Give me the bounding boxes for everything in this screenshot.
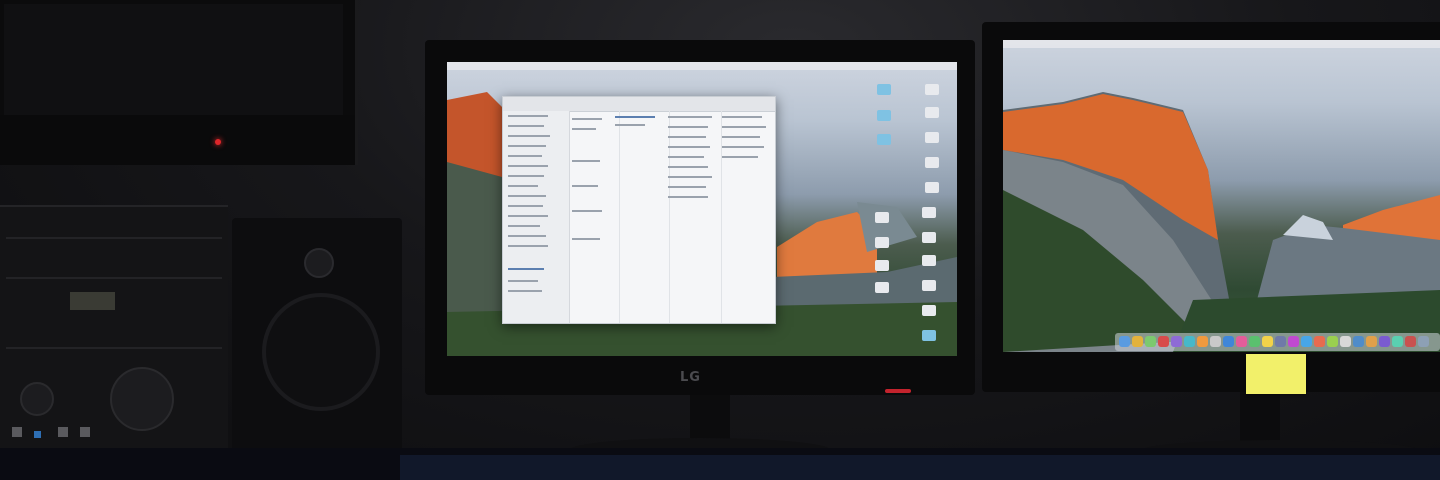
audio-rack-unit (0, 205, 228, 462)
document-icon[interactable] (875, 212, 889, 223)
document-icon[interactable] (875, 282, 889, 293)
dock-app-icon[interactable] (1314, 336, 1325, 347)
finder-column[interactable] (619, 111, 670, 323)
dock-app-icon[interactable] (1327, 336, 1338, 347)
dock-app-icon[interactable] (1340, 336, 1351, 347)
right-monitor-stand (1240, 392, 1280, 442)
dock-app-icon[interactable] (1236, 336, 1247, 347)
rack-divider (6, 347, 222, 349)
finder-column[interactable] (669, 111, 722, 323)
dock-app-icon[interactable] (1353, 336, 1364, 347)
folder-icon[interactable] (877, 110, 891, 121)
document-icon[interactable] (922, 255, 936, 266)
left-monitor-stand (690, 395, 730, 440)
wallpaper-el-capitan (1003, 92, 1440, 352)
drive-icon[interactable] (925, 157, 939, 168)
drive-icon[interactable] (925, 132, 939, 143)
rack-divider (6, 277, 222, 279)
dock-app-icon[interactable] (1197, 336, 1208, 347)
macos-dock[interactable] (1115, 333, 1440, 351)
document-icon[interactable] (922, 207, 936, 218)
dock-app-icon[interactable] (1301, 336, 1312, 347)
folder-icon[interactable] (922, 330, 936, 341)
dock-app-icon[interactable] (1275, 336, 1286, 347)
monitor-power-led (885, 389, 911, 393)
folder-icon[interactable] (877, 134, 891, 145)
dock-app-icon[interactable] (1249, 336, 1260, 347)
drive-icon[interactable] (925, 84, 939, 95)
drive-icon[interactable] (925, 107, 939, 118)
rack-divider (6, 237, 222, 239)
dock-app-icon[interactable] (1171, 336, 1182, 347)
document-icon[interactable] (875, 237, 889, 248)
rack-knob (110, 367, 174, 431)
dock-app-icon[interactable] (1119, 336, 1130, 347)
studio-speaker (232, 218, 402, 463)
document-icon[interactable] (922, 280, 936, 291)
dock-app-icon[interactable] (1392, 336, 1403, 347)
dock-app-icon[interactable] (1184, 336, 1195, 347)
tv-bezel (0, 115, 355, 165)
finder-window[interactable] (502, 96, 776, 324)
rack-button (80, 427, 90, 437)
document-icon[interactable] (922, 232, 936, 243)
folder-icon[interactable] (877, 84, 891, 95)
dock-app-icon[interactable] (1418, 336, 1429, 347)
finder-column[interactable] (721, 111, 775, 323)
dock-app-icon[interactable] (1145, 336, 1156, 347)
rack-button (34, 431, 41, 438)
rack-display-slot (70, 292, 115, 310)
rack-button (12, 427, 22, 437)
dock-app-icon[interactable] (1288, 336, 1299, 347)
right-monitor-display (1003, 40, 1440, 352)
rack-button (58, 427, 68, 437)
tv-screen (4, 4, 343, 115)
desk-mat (400, 455, 1440, 480)
dock-app-icon[interactable] (1132, 336, 1143, 347)
speaker-tweeter (304, 248, 334, 278)
dock-app-icon[interactable] (1210, 336, 1221, 347)
dock-app-icon[interactable] (1405, 336, 1416, 347)
sticky-note (1246, 354, 1306, 394)
dock-app-icon[interactable] (1379, 336, 1390, 347)
document-icon[interactable] (875, 260, 889, 271)
dock-app-icon[interactable] (1223, 336, 1234, 347)
document-icon[interactable] (922, 305, 936, 316)
background-tv (0, 0, 358, 165)
window-titlebar[interactable] (503, 97, 775, 112)
tv-power-led (215, 139, 221, 145)
drive-icon[interactable] (925, 182, 939, 193)
dock-app-icon[interactable] (1262, 336, 1273, 347)
speaker-woofer (262, 293, 380, 411)
finder-column[interactable] (569, 111, 620, 323)
dock-app-icon[interactable] (1158, 336, 1169, 347)
rack-knob (20, 382, 54, 416)
monitor-brand-logo: LG (680, 370, 701, 385)
dock-app-icon[interactable] (1366, 336, 1377, 347)
